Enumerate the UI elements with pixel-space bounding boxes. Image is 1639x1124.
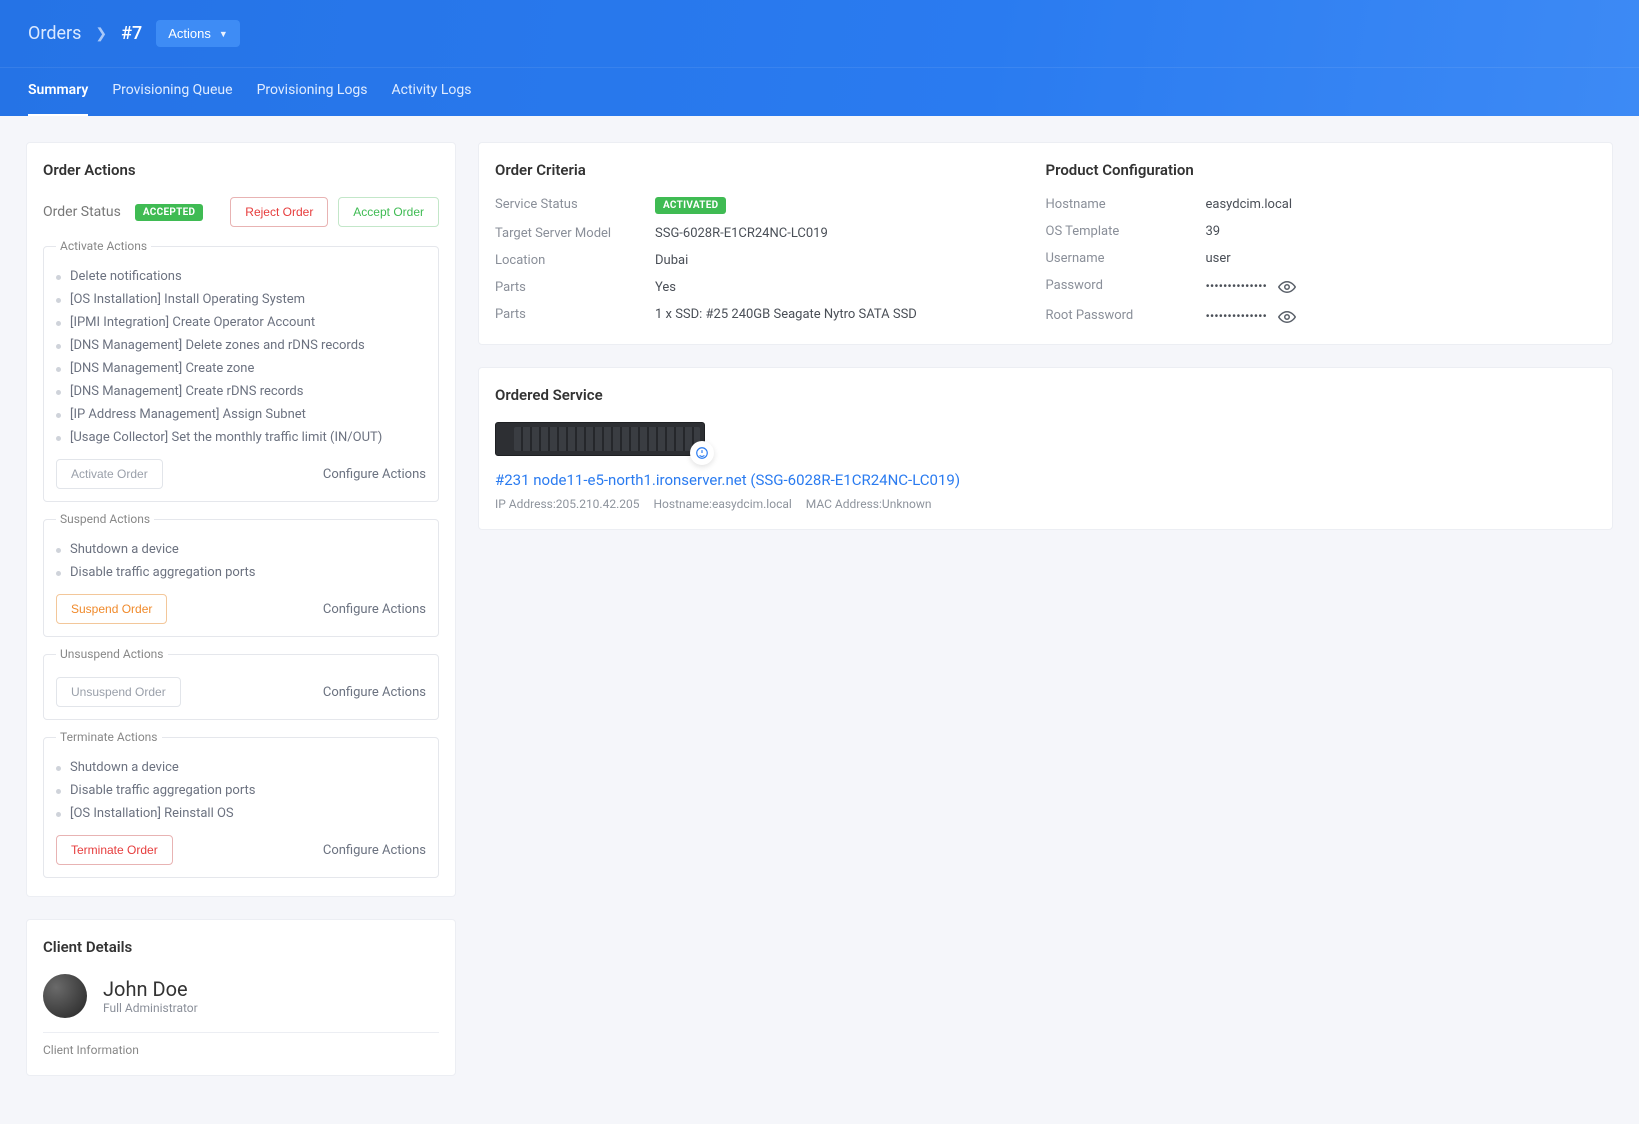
client-role: Full Administrator — [103, 1001, 198, 1015]
order-status-badge: ACCEPTED — [135, 204, 204, 221]
root-password-label: Root Password — [1046, 308, 1196, 326]
client-information-legend: Client Information — [43, 1032, 439, 1057]
tab-provisioning-logs[interactable]: Provisioning Logs — [257, 68, 368, 116]
list-item: [IPMI Integration] Create Operator Accou… — [56, 311, 426, 334]
page-header: Orders ❯ #7 Actions ▼ Summary Provisioni… — [0, 0, 1639, 116]
ordered-service-card: Ordered Service #231 node11-e5-north1.ir… — [478, 367, 1613, 530]
list-item: Delete notifications — [56, 265, 426, 288]
eye-icon[interactable] — [1278, 278, 1296, 296]
list-item: Shutdown a device — [56, 756, 426, 779]
list-item: Disable traffic aggregation ports — [56, 779, 426, 802]
terminate-actions-group: Terminate Actions Shutdown a device Disa… — [43, 730, 439, 878]
unsuspend-actions-group: Unsuspend Actions Unsuspend Order Config… — [43, 647, 439, 720]
terminate-order-button[interactable]: Terminate Order — [56, 835, 173, 865]
ordered-service-link[interactable]: #231 node11-e5-north1.ironserver.net (SS… — [495, 471, 960, 489]
location-label: Location — [495, 253, 645, 268]
client-details-title: Client Details — [43, 938, 439, 956]
suspend-actions-legend: Suspend Actions — [56, 512, 154, 526]
root-password-value: •••••••••••••• — [1206, 309, 1267, 324]
location-value: Dubai — [655, 253, 1032, 268]
username-label: Username — [1046, 251, 1196, 266]
breadcrumb-current: #7 — [121, 23, 142, 44]
header-tabs: Summary Provisioning Queue Provisioning … — [0, 67, 1639, 116]
client-details-card: Client Details John Doe Full Administrat… — [26, 919, 456, 1076]
list-item: [DNS Management] Create zone — [56, 357, 426, 380]
order-actions-card: Order Actions Order Status ACCEPTED Reje… — [26, 142, 456, 897]
order-actions-title: Order Actions — [43, 161, 439, 179]
username-value: user — [1206, 251, 1583, 266]
eye-icon[interactable] — [1278, 308, 1296, 326]
actions-dropdown-label: Actions — [168, 26, 211, 41]
unsuspend-order-button[interactable]: Unsuspend Order — [56, 677, 181, 707]
list-item: Disable traffic aggregation ports — [56, 561, 426, 584]
chevron-down-icon: ▼ — [219, 29, 228, 39]
breadcrumb-root[interactable]: Orders — [28, 23, 81, 44]
suspend-order-button[interactable]: Suspend Order — [56, 594, 167, 624]
server-image — [495, 422, 705, 456]
target-model-label: Target Server Model — [495, 226, 645, 241]
tab-summary[interactable]: Summary — [28, 68, 88, 116]
parts-detail-value: 1 x SSD: #25 240GB Seagate Nytro SATA SS… — [655, 307, 1032, 322]
reject-order-button[interactable]: Reject Order — [230, 197, 328, 227]
parts-value: Yes — [655, 280, 1032, 295]
service-mac: MAC Address:Unknown — [806, 497, 932, 511]
os-template-value: 39 — [1206, 224, 1583, 239]
list-item: [DNS Management] Create rDNS records — [56, 380, 426, 403]
password-value: •••••••••••••• — [1206, 279, 1267, 294]
chevron-right-icon: ❯ — [95, 26, 107, 42]
activate-actions-legend: Activate Actions — [56, 239, 151, 253]
service-hostname: Hostname:easydcim.local — [653, 497, 791, 511]
tab-provisioning-queue[interactable]: Provisioning Queue — [112, 68, 232, 116]
avatar — [43, 974, 87, 1018]
unsuspend-actions-legend: Unsuspend Actions — [56, 647, 168, 661]
parts-label: Parts — [495, 280, 645, 295]
configure-activate-actions-link[interactable]: Configure Actions — [323, 467, 426, 482]
parts-detail-label: Parts — [495, 307, 645, 322]
terminate-actions-legend: Terminate Actions — [56, 730, 162, 744]
list-item: [IP Address Management] Assign Subnet — [56, 403, 426, 426]
ordered-service-title: Ordered Service — [495, 386, 1596, 404]
order-status-label: Order Status — [43, 204, 121, 220]
list-item: [OS Installation] Reinstall OS — [56, 802, 426, 825]
activate-actions-group: Activate Actions Delete notifications [O… — [43, 239, 439, 502]
configure-unsuspend-actions-link[interactable]: Configure Actions — [323, 685, 426, 700]
order-criteria-card: Order Criteria Service Status ACTIVATED … — [478, 142, 1613, 345]
configure-suspend-actions-link[interactable]: Configure Actions — [323, 602, 426, 617]
os-template-label: OS Template — [1046, 224, 1196, 239]
configure-terminate-actions-link[interactable]: Configure Actions — [323, 843, 426, 858]
activate-order-button[interactable]: Activate Order — [56, 459, 163, 489]
power-icon — [690, 441, 714, 465]
accept-order-button[interactable]: Accept Order — [338, 197, 439, 227]
hostname-value: easydcim.local — [1206, 197, 1583, 212]
password-label: Password — [1046, 278, 1196, 296]
service-ip: IP Address:205.210.42.205 — [495, 497, 639, 511]
list-item: [DNS Management] Delete zones and rDNS r… — [56, 334, 426, 357]
list-item: [OS Installation] Install Operating Syst… — [56, 288, 426, 311]
actions-dropdown-button[interactable]: Actions ▼ — [156, 20, 240, 47]
product-config-title: Product Configuration — [1046, 161, 1583, 179]
suspend-actions-group: Suspend Actions Shutdown a device Disabl… — [43, 512, 439, 637]
breadcrumb: Orders ❯ #7 — [28, 23, 142, 44]
service-status-label: Service Status — [495, 197, 645, 214]
order-criteria-title: Order Criteria — [495, 161, 1032, 179]
client-name[interactable]: John Doe — [103, 977, 198, 1001]
target-model-value: SSG-6028R-E1CR24NC-LC019 — [655, 226, 1032, 241]
service-status-badge: ACTIVATED — [655, 197, 726, 214]
hostname-label: Hostname — [1046, 197, 1196, 212]
tab-activity-logs[interactable]: Activity Logs — [392, 68, 472, 116]
list-item: [Usage Collector] Set the monthly traffi… — [56, 426, 426, 449]
list-item: Shutdown a device — [56, 538, 426, 561]
